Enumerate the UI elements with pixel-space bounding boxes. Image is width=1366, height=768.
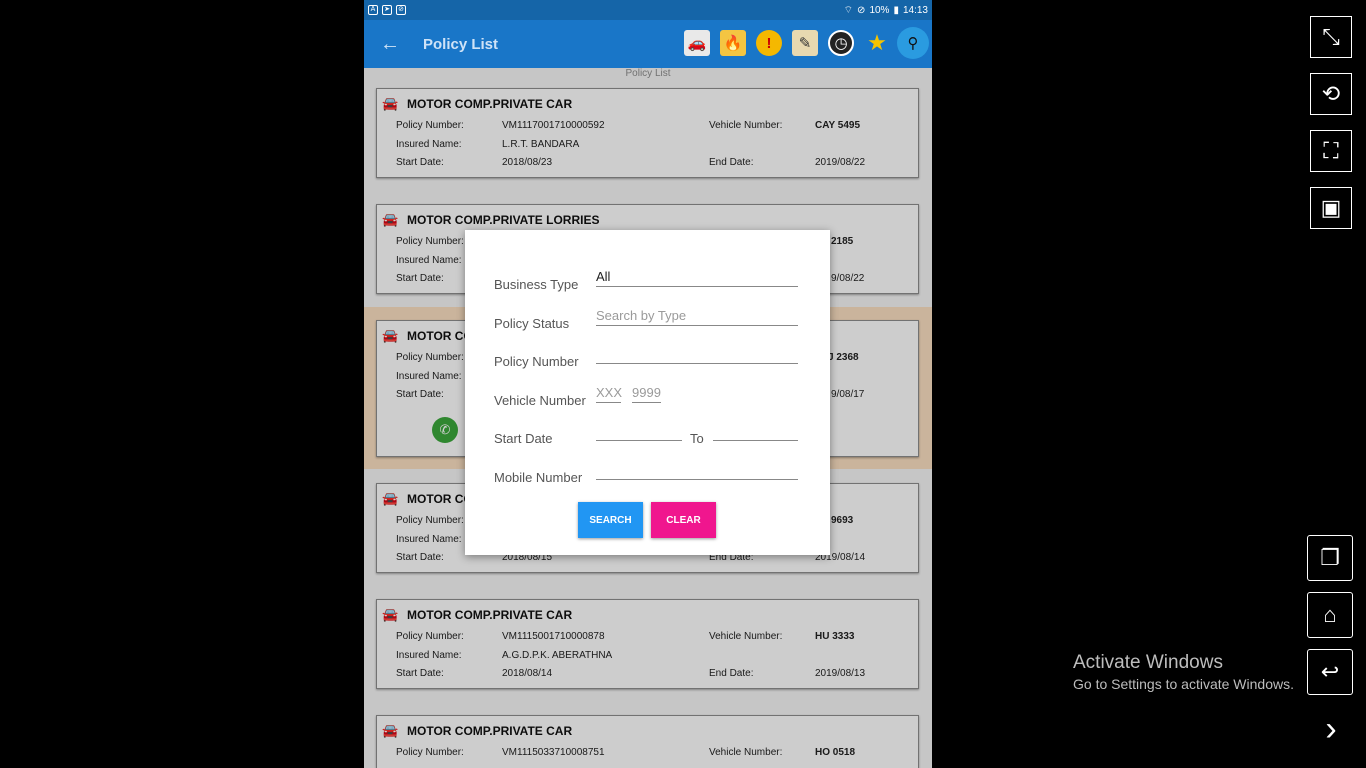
notification-block-icon: ⊘ bbox=[396, 5, 406, 15]
status-bar: A ➤ ⊘ ⌔ ⊘ 10% ▮ 14:13 bbox=[364, 0, 932, 20]
to-label: To bbox=[690, 431, 704, 446]
toolbar: 🚗 🔥 ! ✎ ◷ ★ ⚲ bbox=[684, 27, 929, 59]
watermark-subtitle: Go to Settings to activate Windows. bbox=[1073, 676, 1294, 692]
business-type-value: All bbox=[596, 269, 611, 284]
activate-windows-watermark: Activate Windows Go to Settings to activ… bbox=[1073, 652, 1294, 692]
phone-screen: A ➤ ⊘ ⌔ ⊘ 10% ▮ 14:13 ← Policy List 🚗 🔥 … bbox=[364, 0, 932, 768]
vehicle-prefix-underline bbox=[596, 402, 621, 403]
collapse-icon[interactable]: ⤡ bbox=[1310, 16, 1352, 58]
policy-status-label: Policy Status bbox=[494, 316, 570, 331]
vehicle-suffix-underline bbox=[632, 402, 661, 403]
vehicle-number-label: Vehicle Number bbox=[494, 393, 586, 408]
policy-number-input[interactable] bbox=[596, 363, 798, 364]
notification-a-icon: A bbox=[368, 5, 378, 15]
start-date-label: Start Date bbox=[494, 431, 553, 446]
battery-icon: ▮ bbox=[893, 4, 899, 16]
business-type-label: Business Type bbox=[494, 277, 579, 292]
policy-status-underline bbox=[596, 325, 798, 326]
clock-time: 14:13 bbox=[902, 4, 928, 16]
search-dialog: Business Type All Policy Status Search b… bbox=[465, 230, 830, 555]
home-icon[interactable]: ⌂ bbox=[1307, 592, 1353, 638]
mobile-number-label: Mobile Number bbox=[494, 470, 583, 485]
screenshot-icon[interactable]: ▣ bbox=[1310, 187, 1352, 229]
vehicle-prefix-input[interactable]: XXX bbox=[596, 385, 622, 400]
fullscreen-icon[interactable]: ⛶ bbox=[1310, 130, 1352, 172]
arrow-left-icon[interactable]: ← bbox=[364, 20, 416, 68]
alert-icon[interactable]: ! bbox=[756, 30, 782, 56]
app-bar: ← Policy List 🚗 🔥 ! ✎ ◷ ★ ⚲ bbox=[364, 20, 932, 68]
start-date-to-input[interactable] bbox=[713, 440, 798, 441]
rotate-icon[interactable]: ⟲ bbox=[1310, 73, 1352, 115]
edit-icon[interactable]: ✎ bbox=[792, 30, 818, 56]
search-icon[interactable]: ⚲ bbox=[897, 27, 929, 59]
policy-number-label: Policy Number bbox=[494, 354, 579, 369]
recent-apps-icon[interactable]: ❐ bbox=[1307, 535, 1353, 581]
watermark-title: Activate Windows bbox=[1073, 652, 1223, 673]
chevron-right-icon[interactable]: › bbox=[1318, 708, 1344, 750]
battery-level: 10% bbox=[869, 4, 890, 16]
star-icon[interactable]: ★ bbox=[864, 30, 890, 56]
policy-status-input[interactable]: Search by Type bbox=[596, 308, 686, 323]
mobile-number-input[interactable] bbox=[596, 479, 798, 480]
search-button[interactable]: SEARCH bbox=[578, 502, 643, 538]
start-date-from-input[interactable] bbox=[596, 440, 682, 441]
fire-icon[interactable]: 🔥 bbox=[720, 30, 746, 56]
dnd-icon: ⊘ bbox=[857, 4, 866, 16]
clock-icon[interactable]: ◷ bbox=[828, 30, 854, 56]
business-type-select[interactable] bbox=[596, 286, 798, 287]
car-icon[interactable]: 🚗 bbox=[684, 30, 710, 56]
clear-button[interactable]: CLEAR bbox=[651, 502, 716, 538]
back-icon[interactable]: ↩ bbox=[1307, 649, 1353, 695]
vehicle-suffix-input[interactable]: 9999 bbox=[632, 385, 661, 400]
page-title: Policy List bbox=[423, 35, 499, 53]
wifi-icon: ⌔ bbox=[843, 4, 854, 16]
notification-send-icon: ➤ bbox=[382, 5, 392, 15]
